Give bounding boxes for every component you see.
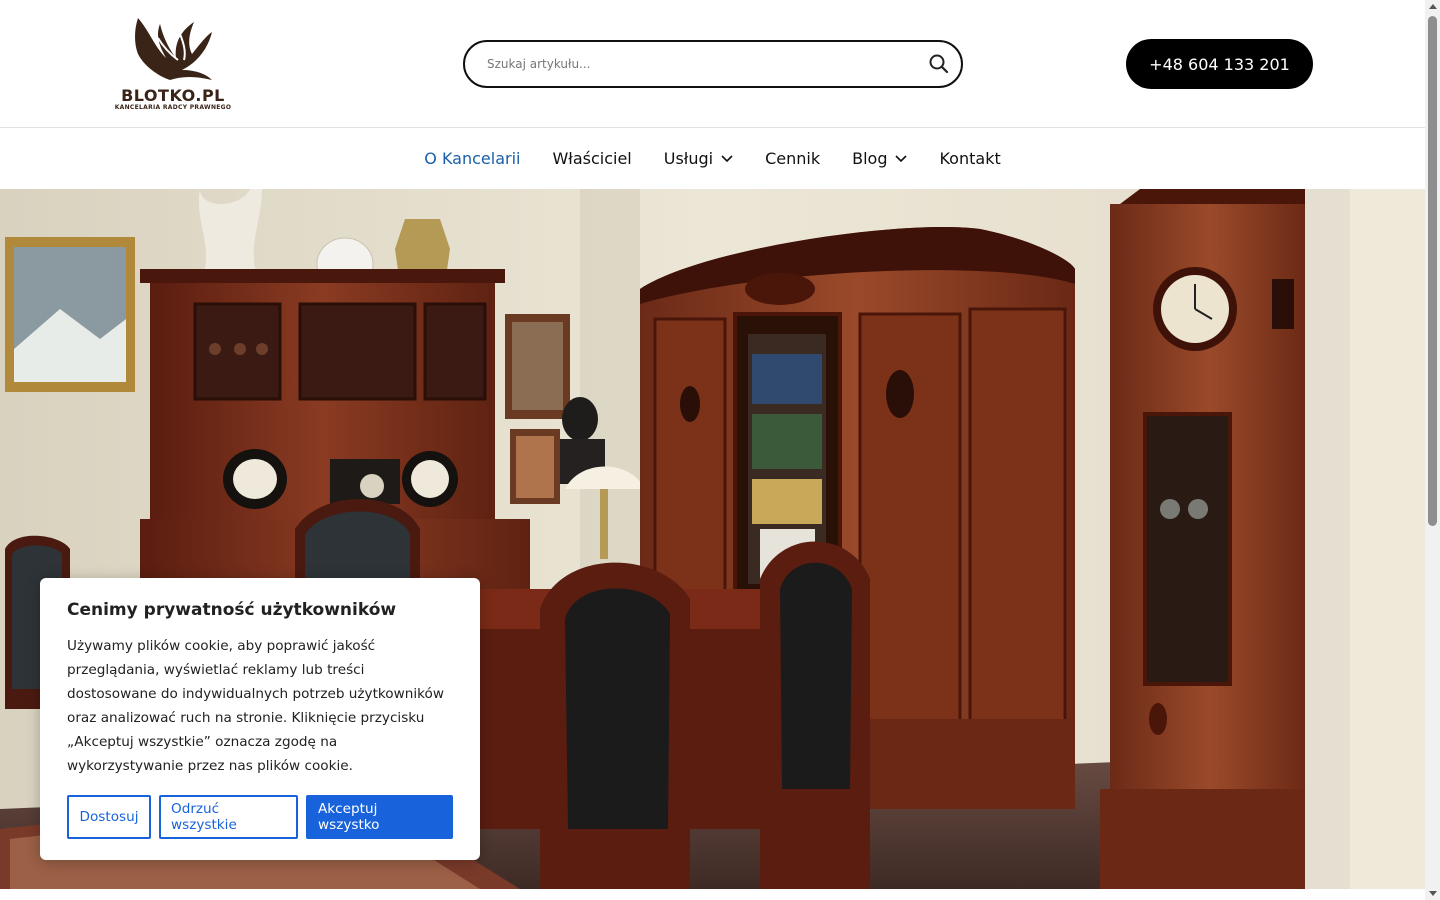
nav-item-label: Właściciel — [552, 149, 632, 168]
search-box — [463, 40, 963, 88]
bird-logo-icon — [135, 18, 212, 80]
nav-item-kontakt[interactable]: Kontakt — [939, 149, 1000, 168]
nav-item-label: Kontakt — [939, 149, 1001, 168]
cookie-text: Używamy plików cookie, aby poprawić jako… — [67, 638, 444, 774]
chevron-down-icon — [895, 154, 908, 162]
cookie-title: Cenimy prywatność użytkowników — [67, 600, 397, 620]
phone-button[interactable]: +48 604 133 201 — [1126, 39, 1313, 89]
page-scrollbar[interactable] — [1425, 0, 1440, 900]
accept-all-button[interactable]: Akceptuj wszystko — [306, 795, 453, 839]
cookie-consent-banner: Cenimy prywatność użytkowników Używamy p… — [40, 578, 480, 860]
site-header: BLOTKO.PL KANCELARIA RADCY PRAWNEGO +48 … — [0, 0, 1425, 128]
nav-item-uslugi[interactable]: Usługi — [664, 149, 733, 168]
nav-item-cennik[interactable]: Cennik — [765, 149, 820, 168]
logo-subtitle: KANCELARIA RADCY PRAWNEGO — [114, 104, 232, 111]
nav-item-label: Cennik — [765, 149, 821, 168]
scroll-up-icon[interactable] — [1429, 4, 1437, 9]
site-logo[interactable]: BLOTKO.PL KANCELARIA RADCY PRAWNEGO — [110, 14, 236, 114]
nav-item-blog[interactable]: Blog — [852, 149, 908, 168]
search-input[interactable] — [487, 54, 907, 74]
scroll-thumb[interactable] — [1428, 16, 1437, 526]
nav-item-label: Usługi — [663, 149, 714, 168]
logo-text: BLOTKO.PL — [121, 86, 225, 105]
nav-item-label: O Kancelarii — [424, 149, 521, 168]
nav-item-wlasciciel[interactable]: Właściciel — [552, 149, 631, 168]
nav-item-o-kancelarii[interactable]: O Kancelarii — [424, 149, 520, 168]
search-icon — [929, 54, 949, 74]
main-nav: O Kancelarii Właściciel Usługi Cennik Bl… — [0, 128, 1425, 189]
scroll-down-icon[interactable] — [1429, 891, 1437, 896]
customize-button[interactable]: Dostosuj — [67, 795, 151, 839]
chevron-down-icon — [721, 154, 733, 162]
reject-all-button[interactable]: Odrzuć wszystkie — [159, 795, 298, 839]
search-button[interactable] — [927, 52, 951, 76]
cookie-buttons: Dostosuj Odrzuć wszystkie Akceptuj wszys… — [67, 795, 453, 839]
nav-item-label: Blog — [852, 149, 888, 168]
